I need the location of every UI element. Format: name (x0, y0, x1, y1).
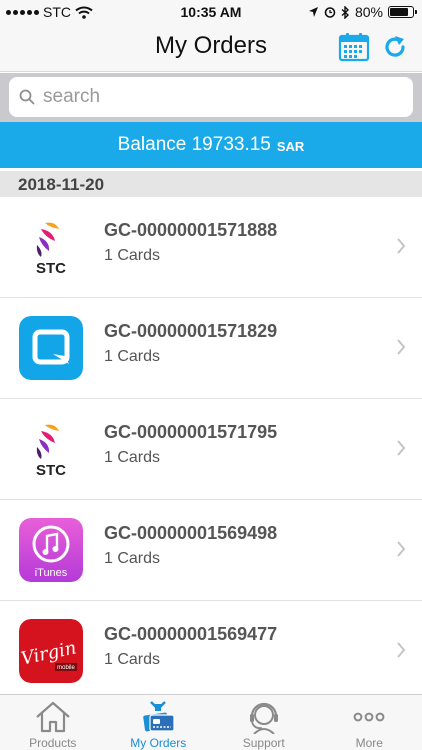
stc-logo-text: STC (36, 462, 66, 479)
more-icon (353, 712, 385, 722)
order-count: 1 Cards (104, 651, 161, 668)
status-bar: STC 10:35 AM 80% (0, 0, 422, 24)
tab-label: Support (242, 736, 285, 750)
tab-bar: Products My Orders Support More (0, 694, 422, 750)
search-input[interactable] (43, 86, 383, 108)
order-list: STC GC-00000001571888 1 Cards GC-0000000… (0, 197, 422, 694)
search-bar (0, 73, 422, 122)
stc-logo-text: STC (36, 260, 66, 277)
calendar-icon[interactable] (338, 32, 370, 62)
section-date-header: 2018-11-20 (0, 171, 422, 197)
order-id: GC-00000001569477 (104, 624, 278, 644)
chevron-right-icon (397, 440, 406, 456)
tab-label: My Orders (130, 736, 187, 750)
itunes-logo-icon: iTunes (19, 518, 83, 582)
chevron-right-icon (397, 642, 406, 658)
tab-more[interactable]: More (317, 695, 422, 750)
tab-label: More (355, 736, 383, 750)
location-icon (308, 7, 318, 17)
order-id: GC-00000001569498 (104, 523, 278, 543)
battery-percent: 80% (354, 4, 383, 20)
tab-support[interactable]: Support (211, 695, 317, 750)
stc-logo-icon: STC (19, 215, 83, 279)
virgin-logo-icon: Virgin mobile (19, 619, 83, 683)
order-id: GC-00000001571829 (104, 321, 278, 341)
balance-amount: Balance 19733.15 (117, 134, 271, 155)
order-row[interactable]: GC-00000001571829 1 Cards (0, 298, 422, 399)
order-id: GC-00000001571888 (104, 220, 278, 240)
order-count: 1 Cards (104, 550, 161, 567)
order-row[interactable]: iTunes GC-00000001569498 1 Cards (0, 500, 422, 601)
order-row[interactable]: STC GC-00000001571888 1 Cards (0, 197, 422, 298)
balance-currency: SAR (276, 139, 305, 154)
tab-products[interactable]: Products (0, 695, 106, 750)
headset-icon (249, 702, 278, 734)
order-count: 1 Cards (104, 449, 161, 466)
navigation-bar: My Orders (0, 24, 422, 72)
tab-my-orders[interactable]: My Orders (106, 695, 212, 750)
mobily-logo-icon (19, 316, 83, 380)
order-count: 1 Cards (104, 247, 161, 264)
bluetooth-icon (341, 5, 349, 19)
balance-banner: Balance 19733.15 SAR (0, 122, 422, 168)
battery-icon (388, 6, 417, 18)
order-id: GC-00000001571795 (104, 422, 278, 442)
order-count: 1 Cards (104, 348, 161, 365)
orders-icon (143, 701, 175, 732)
itunes-logo-text: iTunes (35, 567, 68, 579)
chevron-right-icon (397, 541, 406, 557)
search-icon (19, 89, 35, 105)
chevron-right-icon (397, 238, 406, 254)
chevron-right-icon (397, 339, 406, 355)
status-right: 80% (308, 4, 417, 20)
stc-logo-icon: STC (19, 417, 83, 481)
home-icon (36, 701, 70, 733)
order-row[interactable]: Virgin mobile GC-00000001569477 1 Cards (0, 601, 422, 694)
virgin-logo-subtext: mobile (57, 665, 75, 671)
order-row[interactable]: STC GC-00000001571795 1 Cards (0, 399, 422, 500)
alarm-icon (324, 7, 336, 18)
search-box[interactable] (9, 77, 413, 117)
refresh-icon[interactable] (381, 33, 409, 61)
tab-label: Products (29, 736, 77, 750)
